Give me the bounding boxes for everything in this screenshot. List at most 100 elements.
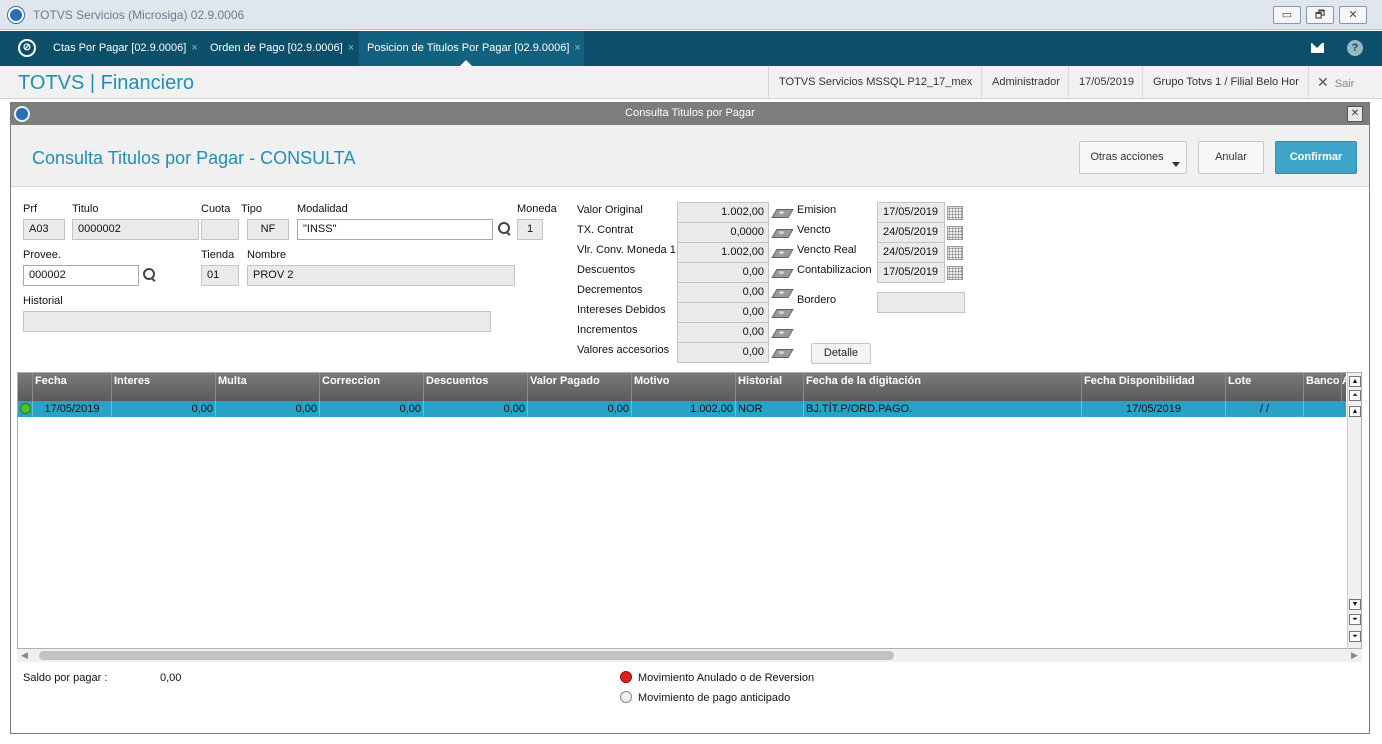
legend-anticipado-label: Movimiento de pago anticipado bbox=[638, 692, 791, 704]
money-icon[interactable] bbox=[773, 347, 791, 358]
other-actions-button[interactable]: Otras acciones bbox=[1079, 141, 1187, 174]
tab-orden-de-pago[interactable]: Orden de Pago [02.9.0006] × bbox=[202, 31, 362, 66]
money-icon[interactable] bbox=[773, 307, 791, 318]
dialog-title-bar: Consulta Titulos por Pagar ✕ bbox=[11, 103, 1369, 125]
money-icon[interactable] bbox=[773, 327, 791, 338]
minimize-button[interactable]: ▭ bbox=[1273, 6, 1301, 24]
money-icon[interactable] bbox=[773, 267, 791, 278]
money-icon[interactable] bbox=[773, 207, 791, 218]
titulo-field[interactable]: 0000002 bbox=[72, 219, 199, 240]
cell-valor-pagado: 0,00 bbox=[527, 401, 631, 417]
detail-button[interactable]: Detalle bbox=[811, 343, 871, 364]
vertical-scrollbar[interactable]: ▲ ⏶ ▲ ▼ ⏷ ⏷ bbox=[1347, 373, 1361, 648]
column-header-descuentos[interactable]: Descuentos bbox=[423, 373, 527, 401]
column-header-a[interactable]: A bbox=[1341, 373, 1346, 401]
nombre-field[interactable]: PROV 2 bbox=[247, 265, 515, 286]
modalidad-label: Modalidad bbox=[297, 203, 348, 215]
tab-close-icon[interactable]: × bbox=[574, 42, 580, 54]
scroll-top-icon[interactable]: ⏶ bbox=[1349, 390, 1361, 401]
column-header-fecha-disponibilidad[interactable]: Fecha Disponibilidad bbox=[1081, 373, 1225, 401]
cuota-field[interactable] bbox=[201, 219, 239, 240]
column-header-multa[interactable]: Multa bbox=[215, 373, 319, 401]
cell-fecha-disponibilidad: 17/05/2019 bbox=[1081, 401, 1225, 417]
vencto-label: Vencto bbox=[797, 224, 831, 236]
calendar-icon[interactable] bbox=[947, 226, 963, 240]
prf-field[interactable]: A03 bbox=[23, 219, 65, 240]
vlr-conv-field[interactable]: 1.002,00 bbox=[677, 242, 769, 263]
scroll-right-icon[interactable]: ▶ bbox=[1351, 650, 1358, 661]
scroll-up-icon[interactable]: ▲ bbox=[1349, 376, 1361, 387]
money-icon[interactable] bbox=[773, 287, 791, 298]
money-icon[interactable] bbox=[773, 247, 791, 258]
close-icon: ✕ bbox=[1317, 74, 1329, 90]
tab-posicion-titulos[interactable]: Posicion de Titulos Por Pagar [02.9.0006… bbox=[359, 31, 584, 67]
calendar-icon[interactable] bbox=[947, 206, 963, 220]
close-window-button[interactable]: ✕ bbox=[1339, 6, 1367, 24]
emision-label: Emision bbox=[797, 204, 837, 216]
user-label: Administrador bbox=[981, 66, 1070, 99]
help-icon[interactable]: ? bbox=[1347, 40, 1363, 56]
decrementos-field[interactable]: 0,00 bbox=[677, 282, 769, 303]
historial-label: Historial bbox=[23, 295, 63, 307]
cell-descuentos: 0,00 bbox=[423, 401, 527, 417]
page-title: Consulta Titulos por Pagar - CONSULTA bbox=[32, 148, 356, 168]
column-header-fecha-digitacion[interactable]: Fecha de la digitación bbox=[803, 373, 1081, 401]
dialog-bar-title: Consulta Titulos por Pagar bbox=[625, 107, 755, 119]
column-header-valor-pagado[interactable]: Valor Pagado bbox=[527, 373, 631, 401]
tab-close-icon[interactable]: × bbox=[348, 42, 354, 54]
descuentos-field[interactable]: 0,00 bbox=[677, 262, 769, 283]
scroll-up-icon[interactable]: ▲ bbox=[1349, 406, 1361, 417]
other-actions-label: Otras acciones bbox=[1090, 151, 1164, 163]
scroll-down-icon[interactable]: ▼ bbox=[1349, 599, 1361, 610]
dialog-close-button[interactable]: ✕ bbox=[1347, 106, 1363, 122]
column-header-motivo[interactable]: Motivo bbox=[631, 373, 735, 401]
scrollbar-thumb[interactable] bbox=[39, 651, 894, 660]
home-icon[interactable]: ⊘ bbox=[18, 39, 36, 57]
provee-label: Provee. bbox=[23, 249, 61, 261]
scroll-bottom-icon[interactable]: ⏷ bbox=[1349, 631, 1361, 642]
provee-field[interactable]: 000002 bbox=[23, 265, 139, 286]
mail-icon[interactable] bbox=[1311, 43, 1324, 53]
tipo-field[interactable]: NF bbox=[247, 219, 289, 240]
calendar-icon[interactable] bbox=[947, 246, 963, 260]
contabilizacion-field[interactable]: 17/05/2019 bbox=[877, 262, 945, 283]
cancel-button[interactable]: Anular bbox=[1198, 141, 1264, 174]
intereses-debidos-field[interactable]: 0,00 bbox=[677, 302, 769, 323]
calendar-icon[interactable] bbox=[947, 266, 963, 280]
restore-button[interactable]: 🗗 bbox=[1306, 6, 1334, 24]
tienda-label: Tienda bbox=[201, 249, 235, 261]
column-header-interes[interactable]: Interes bbox=[111, 373, 215, 401]
tab-ctas-por-pagar[interactable]: Ctas Por Pagar [02.9.0006] × bbox=[45, 31, 206, 66]
column-header-historial[interactable]: Historial bbox=[735, 373, 803, 401]
horizontal-scrollbar[interactable]: ◀ ▶ bbox=[17, 649, 1362, 662]
valor-original-field[interactable]: 1.002,00 bbox=[677, 202, 769, 223]
column-header-banco[interactable]: Banco bbox=[1303, 373, 1341, 401]
incrementos-field[interactable]: 0,00 bbox=[677, 322, 769, 343]
money-icon[interactable] bbox=[773, 227, 791, 238]
scroll-left-icon[interactable]: ◀ bbox=[21, 650, 28, 661]
tab-close-icon[interactable]: × bbox=[191, 42, 197, 54]
scroll-bottom-icon[interactable]: ⏷ bbox=[1349, 614, 1361, 625]
column-header-fecha[interactable]: Fecha bbox=[32, 373, 111, 401]
tab-label: Posicion de Titulos Por Pagar [02.9.0006… bbox=[367, 42, 570, 54]
emision-field[interactable]: 17/05/2019 bbox=[877, 202, 945, 223]
valores-accesorios-field[interactable]: 0,00 bbox=[677, 342, 769, 363]
table-row[interactable]: 17/05/2019 0,00 0,00 0,00 0,00 0,00 1.00… bbox=[18, 401, 1346, 417]
search-icon[interactable] bbox=[498, 222, 512, 236]
modalidad-field[interactable]: "INSS" bbox=[297, 219, 493, 240]
historial-field[interactable] bbox=[23, 311, 491, 332]
confirm-button[interactable]: Confirmar bbox=[1275, 141, 1357, 174]
vencto-real-field[interactable]: 24/05/2019 bbox=[877, 242, 945, 263]
search-icon[interactable] bbox=[143, 268, 157, 282]
window-title-bar: TOTVS Servicios (Microsiga) 02.9.0006 ▭ … bbox=[0, 0, 1382, 30]
tx-contrat-field[interactable]: 0,0000 bbox=[677, 222, 769, 243]
bordero-field[interactable] bbox=[877, 292, 965, 313]
vencto-field[interactable]: 24/05/2019 bbox=[877, 222, 945, 243]
tienda-field[interactable]: 01 bbox=[201, 265, 239, 286]
column-header-correccion[interactable]: Correccion bbox=[319, 373, 423, 401]
moneda-label: Moneda bbox=[517, 203, 557, 215]
moneda-field[interactable]: 1 bbox=[517, 219, 543, 240]
column-header-lote[interactable]: Lote bbox=[1225, 373, 1303, 401]
exit-button[interactable]: ✕ Sair bbox=[1308, 66, 1354, 99]
exit-label: Sair bbox=[1334, 78, 1355, 90]
